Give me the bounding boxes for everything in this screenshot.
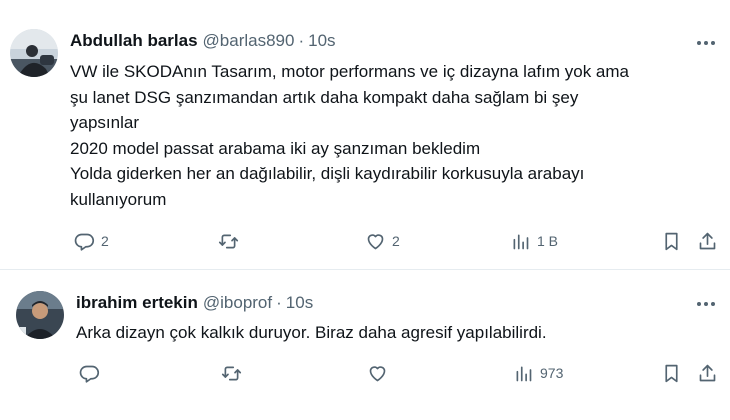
bookmark-icon [665,232,678,250]
tweet[interactable]: ibrahim ertekin @iboprof · 10s Arka diza… [0,271,730,420]
more-icon[interactable] [694,294,718,314]
tweet-text-line: şu lanet DSG şanzımandan artık daha komp… [70,87,579,107]
share-icon [699,232,716,249]
tweet-text-line: Yolda giderken her an dağılabilir, dişli… [70,164,585,183]
share-button[interactable] [697,361,718,385]
retweet-button[interactable] [221,361,248,385]
separator-dot: · [276,293,282,312]
views-icon [516,366,532,381]
bookmark-icon [665,364,678,382]
like-count: 2 [392,233,400,249]
share-button[interactable] [697,229,718,253]
like-button[interactable]: 2 [365,229,400,253]
like-icon [367,233,384,249]
timestamp[interactable]: 10s [308,30,335,52]
views-count: 1 B [537,233,559,249]
user-handle[interactable]: @barlas890 [203,30,295,52]
more-icon[interactable] [694,33,718,53]
bookmark-button[interactable] [661,229,682,253]
tweet-text-line: Arka dizayn çok kalkık duruyor. Biraz da… [76,323,547,342]
user-handle[interactable]: @iboprof [203,292,272,314]
tweet-header: ibrahim ertekin @iboprof · 10s [76,292,313,314]
tweet-text: Arka dizayn çok kalkık duruyor. Biraz da… [76,320,547,346]
avatar[interactable] [10,29,58,77]
display-name[interactable]: Abdullah barlas [70,30,198,52]
tweet-header: Abdullah barlas @barlas890 · 10s [70,30,336,52]
reply-icon [74,233,95,251]
action-bar: 973 [0,361,730,385]
bookmark-button[interactable] [661,361,682,385]
tweet-text-line: 2020 model passat arabama iki ay şanzıma… [70,138,481,158]
tweet-text-line: kullanıyorum [70,189,167,209]
display-name[interactable]: ibrahim ertekin [76,292,198,314]
reply-button[interactable] [79,361,106,385]
avatar[interactable] [16,291,64,339]
views-button[interactable]: 973 [513,361,563,385]
timestamp[interactable]: 10s [286,292,313,314]
like-icon [369,365,386,381]
retweet-icon [218,234,239,248]
views-button[interactable]: 1 B [510,229,558,253]
separator-dot: · [298,31,305,50]
retweet-button[interactable] [218,229,245,253]
share-icon [699,364,716,381]
action-bar: 2 2 1 B [0,229,730,253]
reply-count: 2 [101,233,109,249]
reply-icon [79,365,100,383]
views-icon [513,234,529,249]
retweet-icon [221,366,242,380]
views-count: 973 [540,365,564,381]
tweet-text: VW ile SKODAnın Tasarım, motor performan… [70,59,629,212]
reply-button[interactable]: 2 [74,229,109,253]
like-button[interactable] [367,361,394,385]
tweet[interactable]: Abdullah barlas @barlas890 · 10s VW ile … [0,0,730,270]
tweet-text-line: yapsınlar [70,113,139,132]
tweet-text-line: VW ile SKODAnın Tasarım, motor performan… [70,62,629,81]
